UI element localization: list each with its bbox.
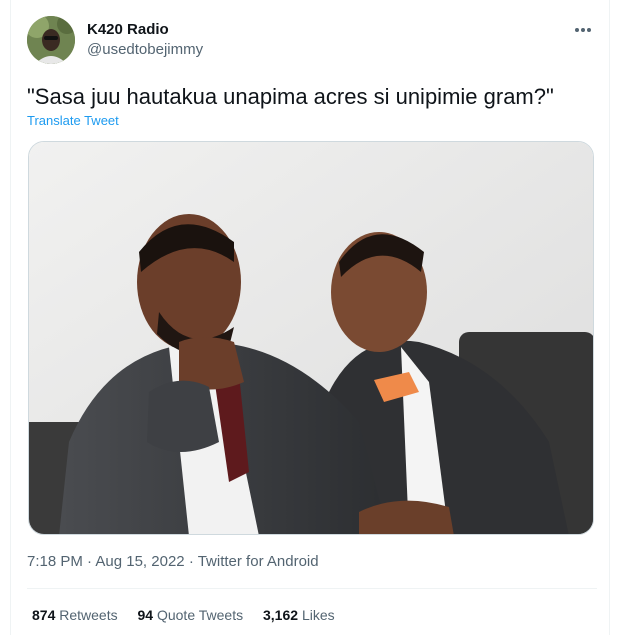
retweets-stat[interactable]: 874 Retweets xyxy=(32,605,118,625)
likes-stat[interactable]: 3,162 Likes xyxy=(263,605,335,625)
retweets-label: Retweets xyxy=(59,607,118,623)
tweet-time[interactable]: 7:18 PM xyxy=(27,553,83,570)
meta-separator: · xyxy=(87,553,93,570)
photo-image xyxy=(29,142,593,534)
more-horizontal-icon xyxy=(575,28,579,32)
tweet-timestamp[interactable]: 7:18 PM · Aug 15, 2022 · Twitter for And… xyxy=(27,552,319,572)
tweet-stats: 874 Retweets 94 Quote Tweets 3,162 Likes xyxy=(32,605,351,625)
translate-tweet-link[interactable]: Translate Tweet xyxy=(27,113,119,128)
divider xyxy=(27,588,597,589)
tweet-source[interactable]: Twitter for Android xyxy=(198,553,319,570)
quotes-label: Quote Tweets xyxy=(156,607,244,623)
avatar[interactable] xyxy=(27,16,75,64)
likes-label: Likes xyxy=(301,607,335,623)
retweets-count: 874 xyxy=(32,607,56,623)
quotes-count: 94 xyxy=(137,607,154,623)
avatar-image xyxy=(27,16,75,64)
more-options-button[interactable] xyxy=(569,20,597,40)
tweet-header: K420 Radio @usedtobejimmy xyxy=(27,16,597,64)
quote-tweets-stat[interactable]: 94 Quote Tweets xyxy=(138,605,244,625)
author-handle[interactable]: @usedtobejimmy xyxy=(87,40,203,60)
tweet-media-photo[interactable] xyxy=(28,141,594,535)
likes-count: 3,162 xyxy=(263,607,299,623)
author-display-name[interactable]: K420 Radio xyxy=(87,20,203,40)
meta-separator-2: · xyxy=(188,553,194,570)
tweet-date[interactable]: Aug 15, 2022 xyxy=(95,553,184,570)
tweet-text: "Sasa juu hautakua unapima acres si unip… xyxy=(27,84,554,109)
